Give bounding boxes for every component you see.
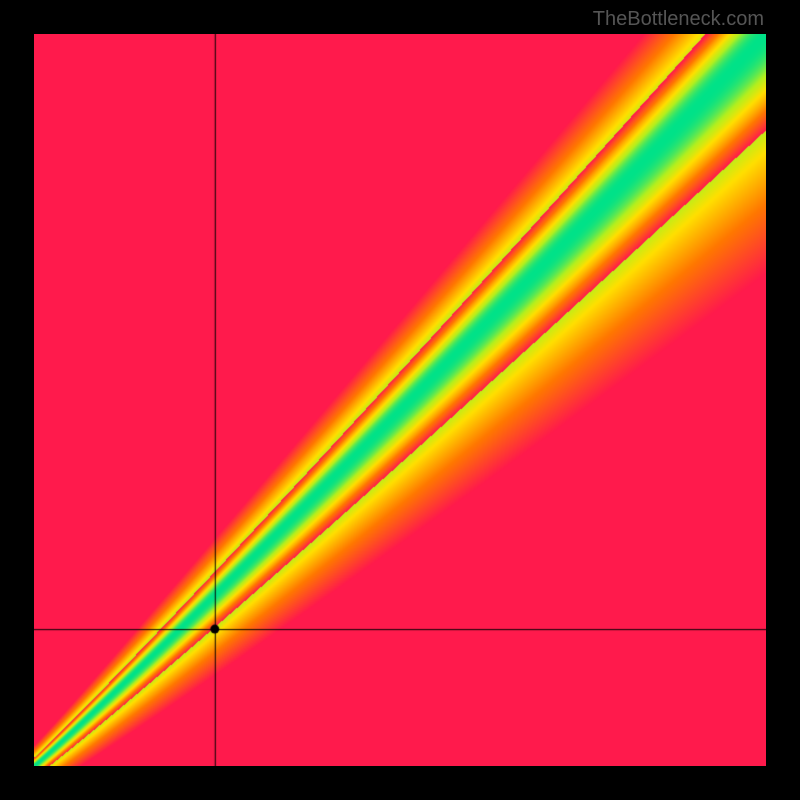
- crosshair-overlay: [34, 34, 766, 766]
- watermark-text: TheBottleneck.com: [593, 8, 764, 31]
- plot-area: [34, 34, 766, 766]
- chart-frame: TheBottleneck.com: [0, 0, 800, 800]
